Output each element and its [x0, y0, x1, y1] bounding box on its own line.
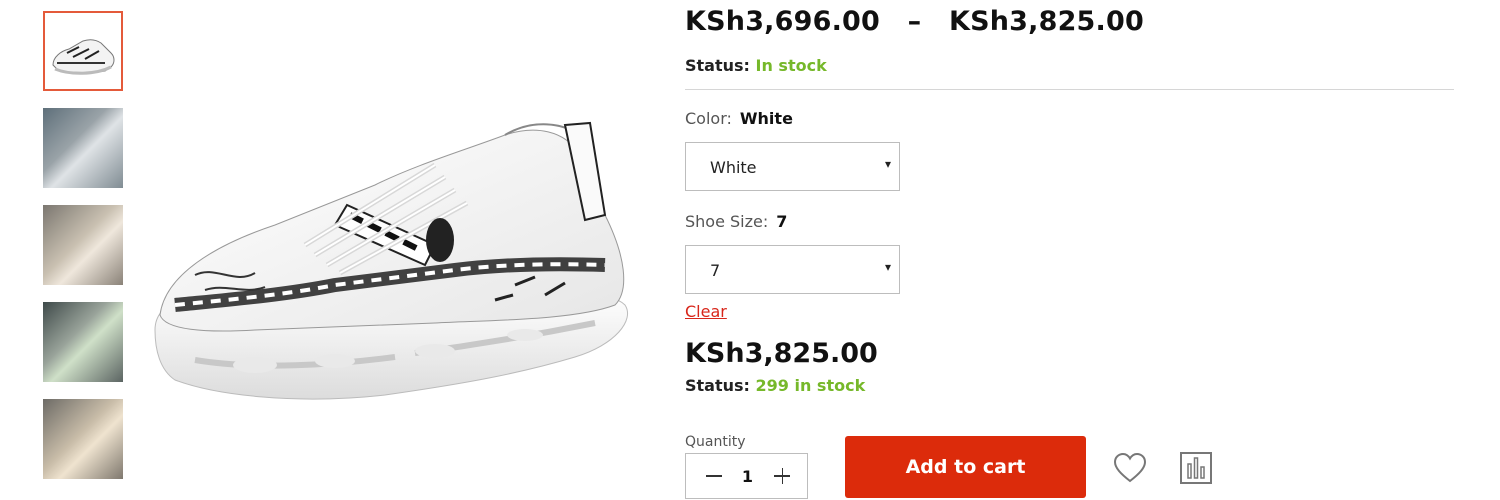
variation-price: KSh3,825.00: [685, 338, 878, 369]
variation-status-value: 299 in stock: [755, 376, 866, 395]
price-min: KSh3,696.00: [685, 6, 881, 37]
thumbnail-3[interactable]: [43, 205, 123, 285]
stock-status-label: Status:: [685, 56, 750, 75]
plus-icon[interactable]: [772, 466, 792, 486]
variation-stock-status: Status: 299 in stock: [685, 376, 865, 395]
size-select-value: 7: [710, 261, 721, 280]
clear-selection-link[interactable]: Clear: [685, 302, 727, 321]
compare-chart-icon[interactable]: [1180, 452, 1212, 484]
color-select-value: White: [710, 158, 757, 177]
heart-icon[interactable]: [1113, 452, 1147, 484]
variation-status-label: Status:: [685, 376, 750, 395]
size-label: Shoe Size:: [685, 212, 769, 231]
color-label: Color:: [685, 109, 732, 128]
add-to-cart-button[interactable]: Add to cart: [845, 436, 1086, 498]
stock-status: Status: In stock: [685, 56, 827, 75]
thumbnail-2[interactable]: [43, 108, 123, 188]
thumbnail-4[interactable]: [43, 302, 123, 382]
size-selected-value: 7: [776, 212, 788, 231]
thumbnail-5[interactable]: [43, 399, 123, 479]
thumbnail-1[interactable]: [43, 11, 123, 91]
price-max: KSh3,825.00: [948, 6, 1144, 37]
size-attribute-label: Shoe Size: 7: [685, 212, 787, 231]
price-separator: –: [907, 6, 922, 37]
main-product-image[interactable]: [135, 95, 645, 435]
color-selected-value: White: [739, 109, 793, 128]
chevron-down-icon: ▾: [884, 260, 891, 274]
quantity-stepper: 1: [685, 453, 808, 499]
color-select[interactable]: White ▾: [685, 142, 900, 191]
color-attribute-label: Color: White: [685, 109, 793, 128]
chevron-down-icon: ▾: [884, 157, 891, 171]
price-range: KSh3,696.00 – KSh3,825.00: [685, 6, 1144, 37]
divider: [685, 89, 1454, 90]
size-select[interactable]: 7 ▾: [685, 245, 900, 294]
stock-status-value: In stock: [755, 56, 827, 75]
quantity-label: Quantity: [685, 434, 746, 450]
